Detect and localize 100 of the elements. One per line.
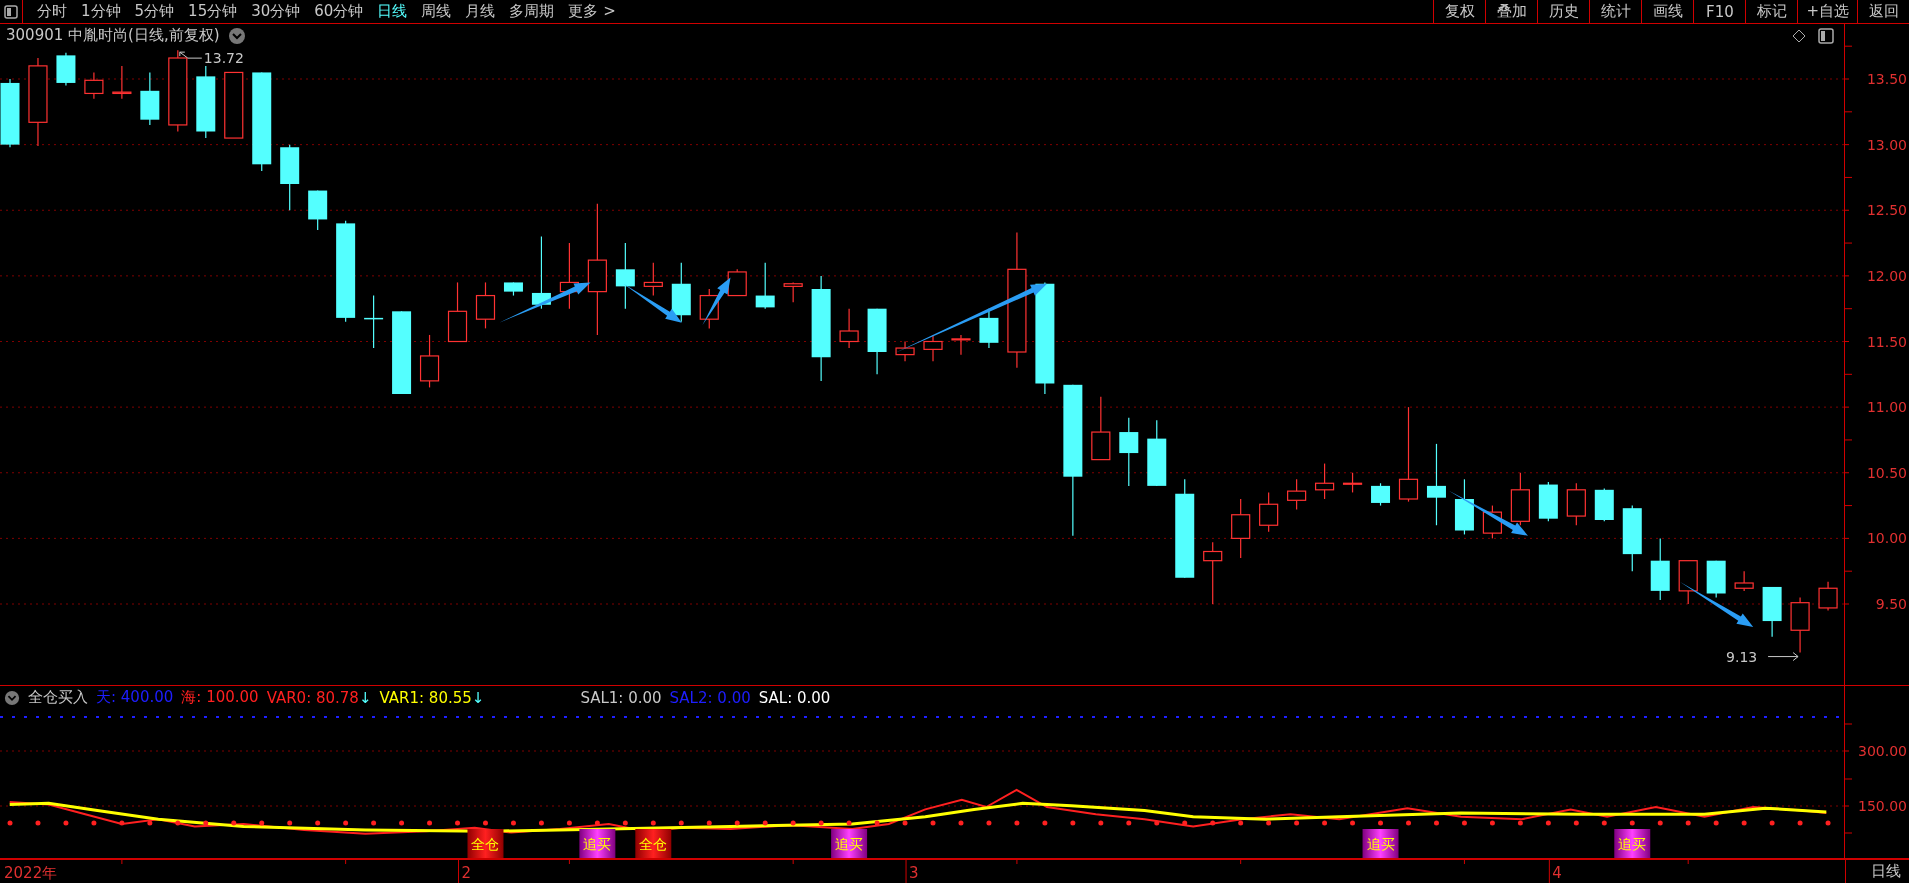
signal-bar bbox=[579, 829, 616, 858]
candlestick bbox=[280, 144, 300, 211]
candlestick bbox=[839, 308, 859, 349]
candlestick bbox=[84, 71, 104, 100]
candlestick bbox=[1259, 491, 1279, 533]
signal-label: 追买 bbox=[583, 836, 612, 852]
axis-label: 13.00 bbox=[1866, 136, 1907, 153]
high-price-label: 13.72 bbox=[203, 50, 244, 67]
toolbar-button[interactable]: 标记 bbox=[1745, 0, 1798, 23]
toolbar-button[interactable]: 复权 bbox=[1433, 0, 1486, 23]
candlestick bbox=[475, 281, 496, 329]
date-label: 2022年 bbox=[4, 864, 58, 882]
candlestick bbox=[1231, 498, 1251, 559]
candlestick bbox=[1454, 478, 1474, 536]
candlestick bbox=[923, 334, 943, 362]
period-tab[interactable]: 分时 bbox=[37, 2, 67, 21]
arrow-icon bbox=[1767, 652, 1799, 662]
period-tab[interactable]: 15分钟 bbox=[188, 2, 238, 21]
axis-label: 11.50 bbox=[1866, 333, 1907, 350]
indicator-value: 海: 100.00 bbox=[181, 688, 259, 707]
candlestick bbox=[364, 294, 384, 349]
period-tab[interactable]: 30分钟 bbox=[251, 2, 301, 21]
candlestick bbox=[1706, 560, 1726, 599]
candlestick bbox=[1622, 504, 1642, 572]
chevron-down-icon[interactable] bbox=[227, 26, 246, 45]
toolbar-button[interactable]: F10 bbox=[1693, 0, 1746, 23]
indicator-value: SAL2: 0.00 bbox=[669, 688, 751, 707]
axis-label: 300.00 bbox=[1858, 743, 1907, 759]
toolbar-button[interactable]: 统计 bbox=[1589, 0, 1642, 23]
candlestick bbox=[867, 308, 887, 375]
candlestick bbox=[727, 268, 747, 297]
chart-title: 300901 中胤时尚(日线,前复权) bbox=[6, 26, 220, 45]
candlestick bbox=[1342, 472, 1363, 494]
candlestick bbox=[1119, 417, 1139, 487]
axis-label: 11.00 bbox=[1866, 399, 1907, 416]
candlestick bbox=[1734, 570, 1754, 592]
period-tab[interactable]: 周线 bbox=[421, 2, 452, 21]
axis-label: 10.00 bbox=[1866, 530, 1907, 547]
candlestick bbox=[1762, 586, 1782, 638]
indicator-value: 天: 400.00 bbox=[96, 688, 174, 707]
candlestick bbox=[1538, 481, 1558, 522]
indicator-value: VAR0: 80.78 bbox=[266, 688, 359, 707]
period-label: 日线 bbox=[1871, 862, 1901, 881]
trend-arrow bbox=[702, 277, 731, 326]
period-tab[interactable]: 日线 bbox=[377, 2, 408, 21]
signal-label: 全仓 bbox=[471, 836, 500, 852]
candlestick bbox=[1287, 478, 1307, 511]
candlestick bbox=[783, 281, 803, 303]
date-label: 3 bbox=[909, 864, 919, 882]
date-label: 4 bbox=[1552, 864, 1562, 882]
period-tab[interactable]: 5分钟 bbox=[134, 2, 175, 21]
trend-arrow bbox=[623, 283, 682, 323]
toolbar-button[interactable]: +自选 bbox=[1797, 0, 1857, 23]
trend-arrow: ↓ bbox=[471, 688, 485, 707]
signal-label: 追买 bbox=[1618, 836, 1647, 852]
candlestick bbox=[503, 281, 523, 297]
candlestick bbox=[1818, 581, 1838, 612]
signal-label: 追买 bbox=[835, 836, 864, 852]
candlestick bbox=[1594, 487, 1614, 522]
toolbar-button[interactable]: 叠加 bbox=[1485, 0, 1538, 23]
candlestick bbox=[140, 71, 160, 126]
axis-label: 12.00 bbox=[1866, 267, 1907, 284]
candlestick bbox=[1315, 462, 1335, 500]
candlestick bbox=[1203, 541, 1223, 605]
candlestick bbox=[56, 52, 76, 87]
candlestick bbox=[1678, 560, 1698, 605]
period-tab[interactable]: 更多 > bbox=[568, 2, 616, 21]
candlestick bbox=[1510, 472, 1530, 526]
candlestick bbox=[112, 65, 132, 100]
indicator-value: SAL1: 0.00 bbox=[580, 688, 662, 707]
signal-bar bbox=[1614, 829, 1651, 858]
period-tab[interactable]: 60分钟 bbox=[314, 2, 364, 21]
panel-icon[interactable] bbox=[1818, 28, 1834, 44]
period-tab[interactable]: 多周期 bbox=[509, 2, 555, 21]
candlestick bbox=[615, 242, 635, 310]
candlestick bbox=[755, 262, 775, 310]
candlestick bbox=[1650, 537, 1670, 601]
chevron-down-icon[interactable] bbox=[4, 689, 20, 706]
candlestick bbox=[895, 340, 915, 362]
indicator-name: 全仓买入 bbox=[28, 688, 88, 707]
candlestick bbox=[447, 281, 468, 343]
axis-label: 13.50 bbox=[1866, 71, 1907, 87]
axis-label: 12.50 bbox=[1866, 202, 1907, 219]
period-tab[interactable]: 月线 bbox=[465, 2, 496, 21]
candlestick bbox=[643, 262, 663, 297]
period-tab[interactable]: 1分钟 bbox=[81, 2, 121, 21]
candlestick bbox=[224, 71, 244, 139]
panel-icon[interactable] bbox=[4, 4, 18, 19]
diamond-icon[interactable] bbox=[1792, 29, 1806, 43]
arrow-icon bbox=[179, 51, 203, 59]
candlestick bbox=[1147, 419, 1167, 487]
signal-label: 追买 bbox=[1366, 836, 1395, 852]
candlestick bbox=[671, 262, 691, 323]
toolbar-button[interactable]: 历史 bbox=[1537, 0, 1590, 23]
candlestick bbox=[419, 334, 440, 389]
toolbar-button[interactable]: 画线 bbox=[1641, 0, 1694, 23]
candlestick bbox=[1566, 482, 1586, 526]
toolbar-button[interactable]: 返回 bbox=[1857, 0, 1909, 23]
signal-bar bbox=[467, 829, 504, 858]
axis-label: 150.00 bbox=[1858, 798, 1907, 814]
